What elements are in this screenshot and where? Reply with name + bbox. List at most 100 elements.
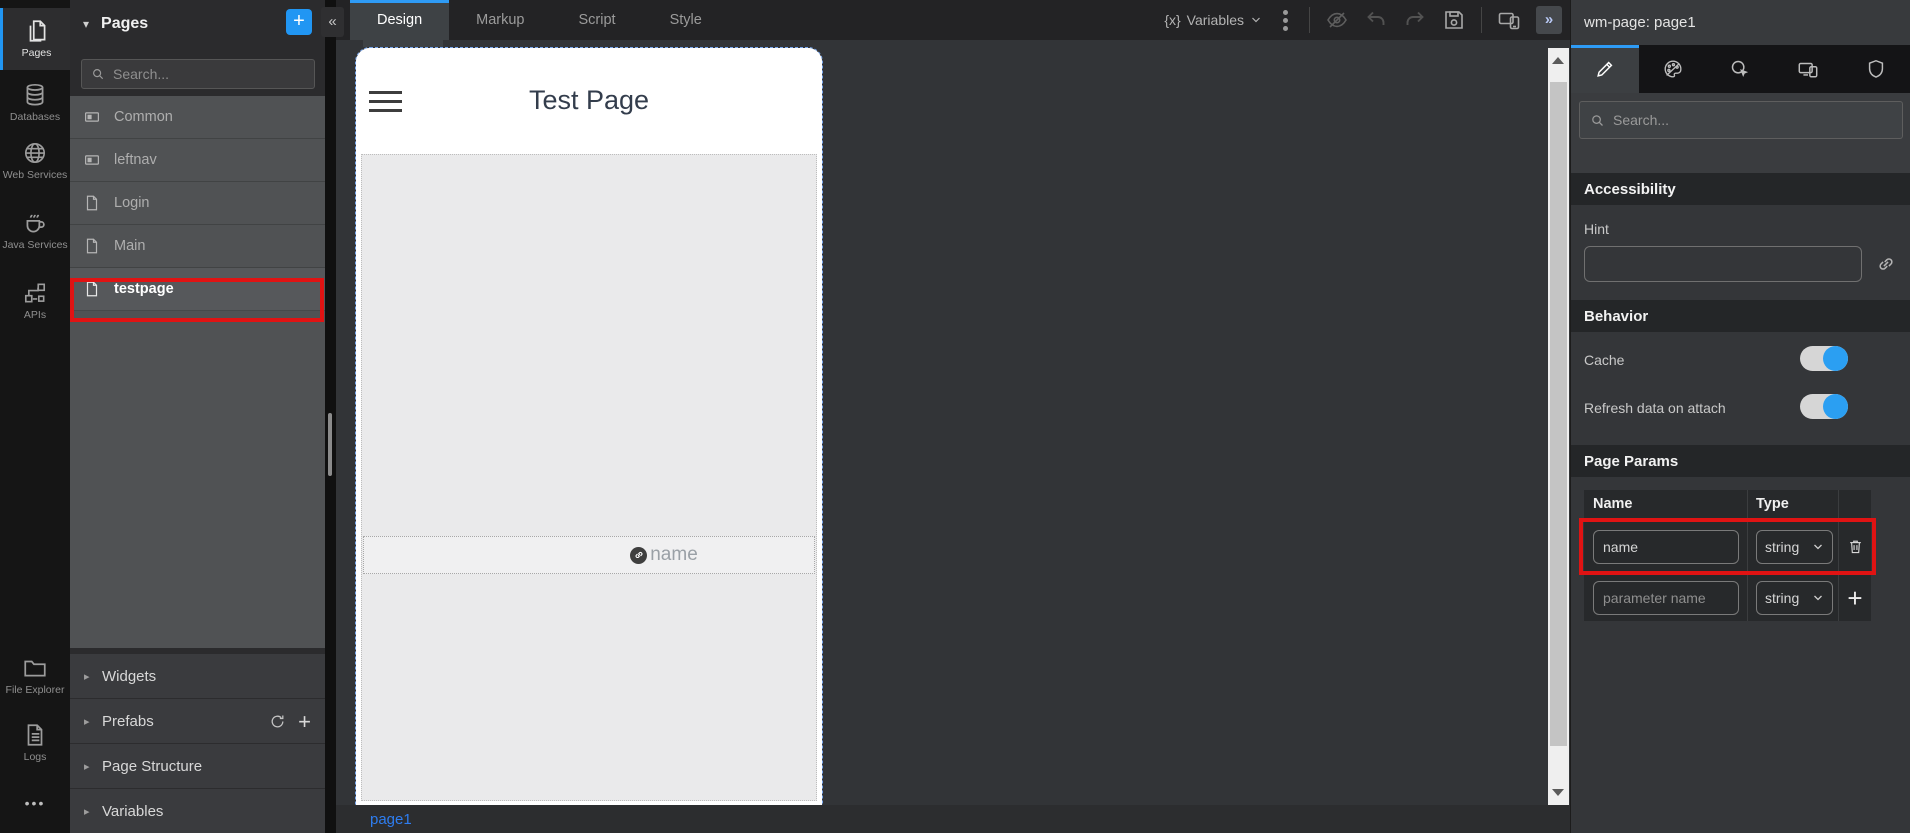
sidebar-item-pages[interactable]: Pages — [0, 8, 70, 70]
device-preview-icon[interactable] — [1497, 8, 1521, 32]
page-item-login[interactable]: Login — [70, 182, 325, 225]
page-item-common[interactable]: Common — [70, 96, 325, 139]
page-item-label: leftnav — [114, 152, 157, 168]
save-icon[interactable] — [1442, 8, 1466, 32]
caret-right-icon: ▸ — [84, 805, 96, 818]
page-item-testpage[interactable]: testpage — [70, 268, 325, 311]
chevron-down-icon — [1812, 592, 1824, 604]
sidebar-item-databases[interactable]: Databases — [0, 82, 70, 124]
palette-icon — [1662, 58, 1684, 80]
hint-label: Hint — [1584, 221, 1609, 237]
section-accessibility[interactable]: Accessibility — [1571, 173, 1910, 205]
canvas-breadcrumb-bar: page1 — [336, 805, 1570, 833]
sidebar-item-apis[interactable]: APIs — [0, 280, 70, 322]
page-content-container[interactable]: name — [361, 154, 817, 801]
sidebar-item-logs[interactable]: Logs — [0, 722, 70, 764]
shield-icon — [1865, 58, 1887, 80]
panel-scrollbar-thumb[interactable] — [328, 413, 332, 476]
canvas-page-handle[interactable] — [363, 35, 443, 47]
more-icon: ••• — [25, 795, 46, 811]
hint-input[interactable] — [1584, 246, 1862, 282]
toolbar-separator — [1481, 7, 1482, 33]
partial-icon — [83, 108, 101, 126]
apis-icon — [22, 280, 48, 306]
wavemaker-studio: Pages Databases Web Services Java Servic… — [0, 0, 1910, 833]
page-params-table: Name Type string — [1584, 490, 1871, 621]
databases-icon — [22, 82, 48, 108]
param-name-input[interactable] — [1593, 530, 1739, 564]
canvas-scrollbar[interactable] — [1548, 48, 1569, 805]
collapse-panel-button[interactable]: « — [321, 7, 344, 37]
tab-design[interactable]: Design — [350, 0, 449, 40]
pages-panel-header: ▾ Pages + — [70, 0, 325, 48]
canvas-scrollbar-thumb[interactable] — [1550, 82, 1567, 746]
more-options-button[interactable] — [1277, 6, 1294, 35]
pages-panel-title: Pages — [101, 15, 148, 33]
pages-search-box — [81, 59, 315, 89]
add-param-icon[interactable]: + — [1847, 588, 1862, 608]
sidebar-item-java-services[interactable]: Java Services — [0, 210, 70, 252]
properties-search-input[interactable] — [1613, 112, 1883, 128]
new-param-type-select[interactable]: string — [1756, 581, 1833, 615]
section-behavior[interactable]: Behavior — [1571, 300, 1910, 332]
page-item-label: Login — [114, 195, 149, 211]
device-preview-page[interactable]: Test Page name — [356, 48, 822, 805]
rail-label: Web Services — [3, 169, 68, 182]
caret-right-icon: ▸ — [84, 715, 96, 728]
rail-label: APIs — [24, 309, 46, 322]
tab-script[interactable]: Script — [552, 0, 643, 40]
tab-properties[interactable] — [1571, 45, 1639, 93]
tab-events[interactable] — [1707, 45, 1775, 93]
rail-label: File Explorer — [6, 684, 65, 697]
expand-panel-button[interactable]: » — [1536, 6, 1562, 34]
add-prefab-icon[interactable]: + — [298, 713, 311, 730]
search-icon — [1590, 113, 1605, 128]
scroll-down-arrow[interactable] — [1552, 789, 1564, 796]
tab-devices[interactable] — [1774, 45, 1842, 93]
breadcrumb-page-link[interactable]: page1 — [370, 811, 412, 828]
page-item-leftnav[interactable]: leftnav — [70, 139, 325, 182]
accordion-page-structure[interactable]: ▸ Page Structure — [70, 744, 325, 789]
bind-property-icon[interactable] — [1876, 254, 1896, 274]
variables-icon: {x} — [1164, 12, 1180, 28]
tab-style[interactable]: Style — [643, 0, 729, 40]
param-type-select[interactable]: string — [1756, 530, 1833, 564]
section-page-params[interactable]: Page Params — [1571, 445, 1910, 477]
refresh-data-toggle[interactable] — [1800, 394, 1848, 419]
add-page-button[interactable]: + — [286, 9, 312, 35]
new-param-name-input[interactable] — [1593, 581, 1739, 615]
logs-icon — [22, 722, 48, 748]
refresh-icon[interactable] — [269, 713, 286, 730]
cache-toggle[interactable] — [1800, 346, 1848, 371]
panel-accordion: ▸ Widgets ▸ Prefabs + ▸ Page Structure ▸… — [70, 654, 325, 833]
toggle-visibility-icon[interactable] — [1325, 8, 1349, 32]
undo-icon[interactable] — [1364, 8, 1388, 32]
sidebar-item-more[interactable]: ••• — [0, 795, 70, 811]
page-item-label: testpage — [114, 281, 174, 297]
tab-security[interactable] — [1842, 45, 1910, 93]
accordion-variables[interactable]: ▸ Variables — [70, 789, 325, 833]
file-explorer-icon — [22, 655, 48, 681]
delete-param-icon[interactable] — [1847, 538, 1864, 555]
scroll-up-arrow[interactable] — [1552, 57, 1564, 64]
redo-icon[interactable] — [1403, 8, 1427, 32]
page-item-main[interactable]: Main — [70, 225, 325, 268]
sidebar-item-file-explorer[interactable]: File Explorer — [0, 655, 70, 697]
web-services-icon — [22, 140, 48, 166]
pages-search-input[interactable] — [113, 66, 293, 82]
accordion-widgets[interactable]: ▸ Widgets — [70, 654, 325, 699]
caret-down-icon[interactable]: ▾ — [83, 17, 89, 31]
accordion-prefabs[interactable]: ▸ Prefabs + — [70, 699, 325, 744]
bound-label-widget[interactable]: name — [363, 536, 815, 574]
page-item-label: Common — [114, 109, 173, 125]
caret-right-icon: ▸ — [84, 760, 96, 773]
tab-styles[interactable] — [1639, 45, 1707, 93]
pages-icon — [24, 18, 50, 44]
sidebar-item-web-services[interactable]: Web Services — [0, 140, 70, 182]
properties-tabs — [1571, 45, 1910, 93]
variables-dropdown[interactable]: {x} Variables — [1164, 12, 1262, 28]
page-icon — [83, 280, 101, 298]
tab-markup[interactable]: Markup — [449, 0, 551, 40]
page-header: Test Page — [356, 48, 822, 152]
properties-panel: wm-page: page1 Accessibility Hint — [1570, 0, 1910, 833]
